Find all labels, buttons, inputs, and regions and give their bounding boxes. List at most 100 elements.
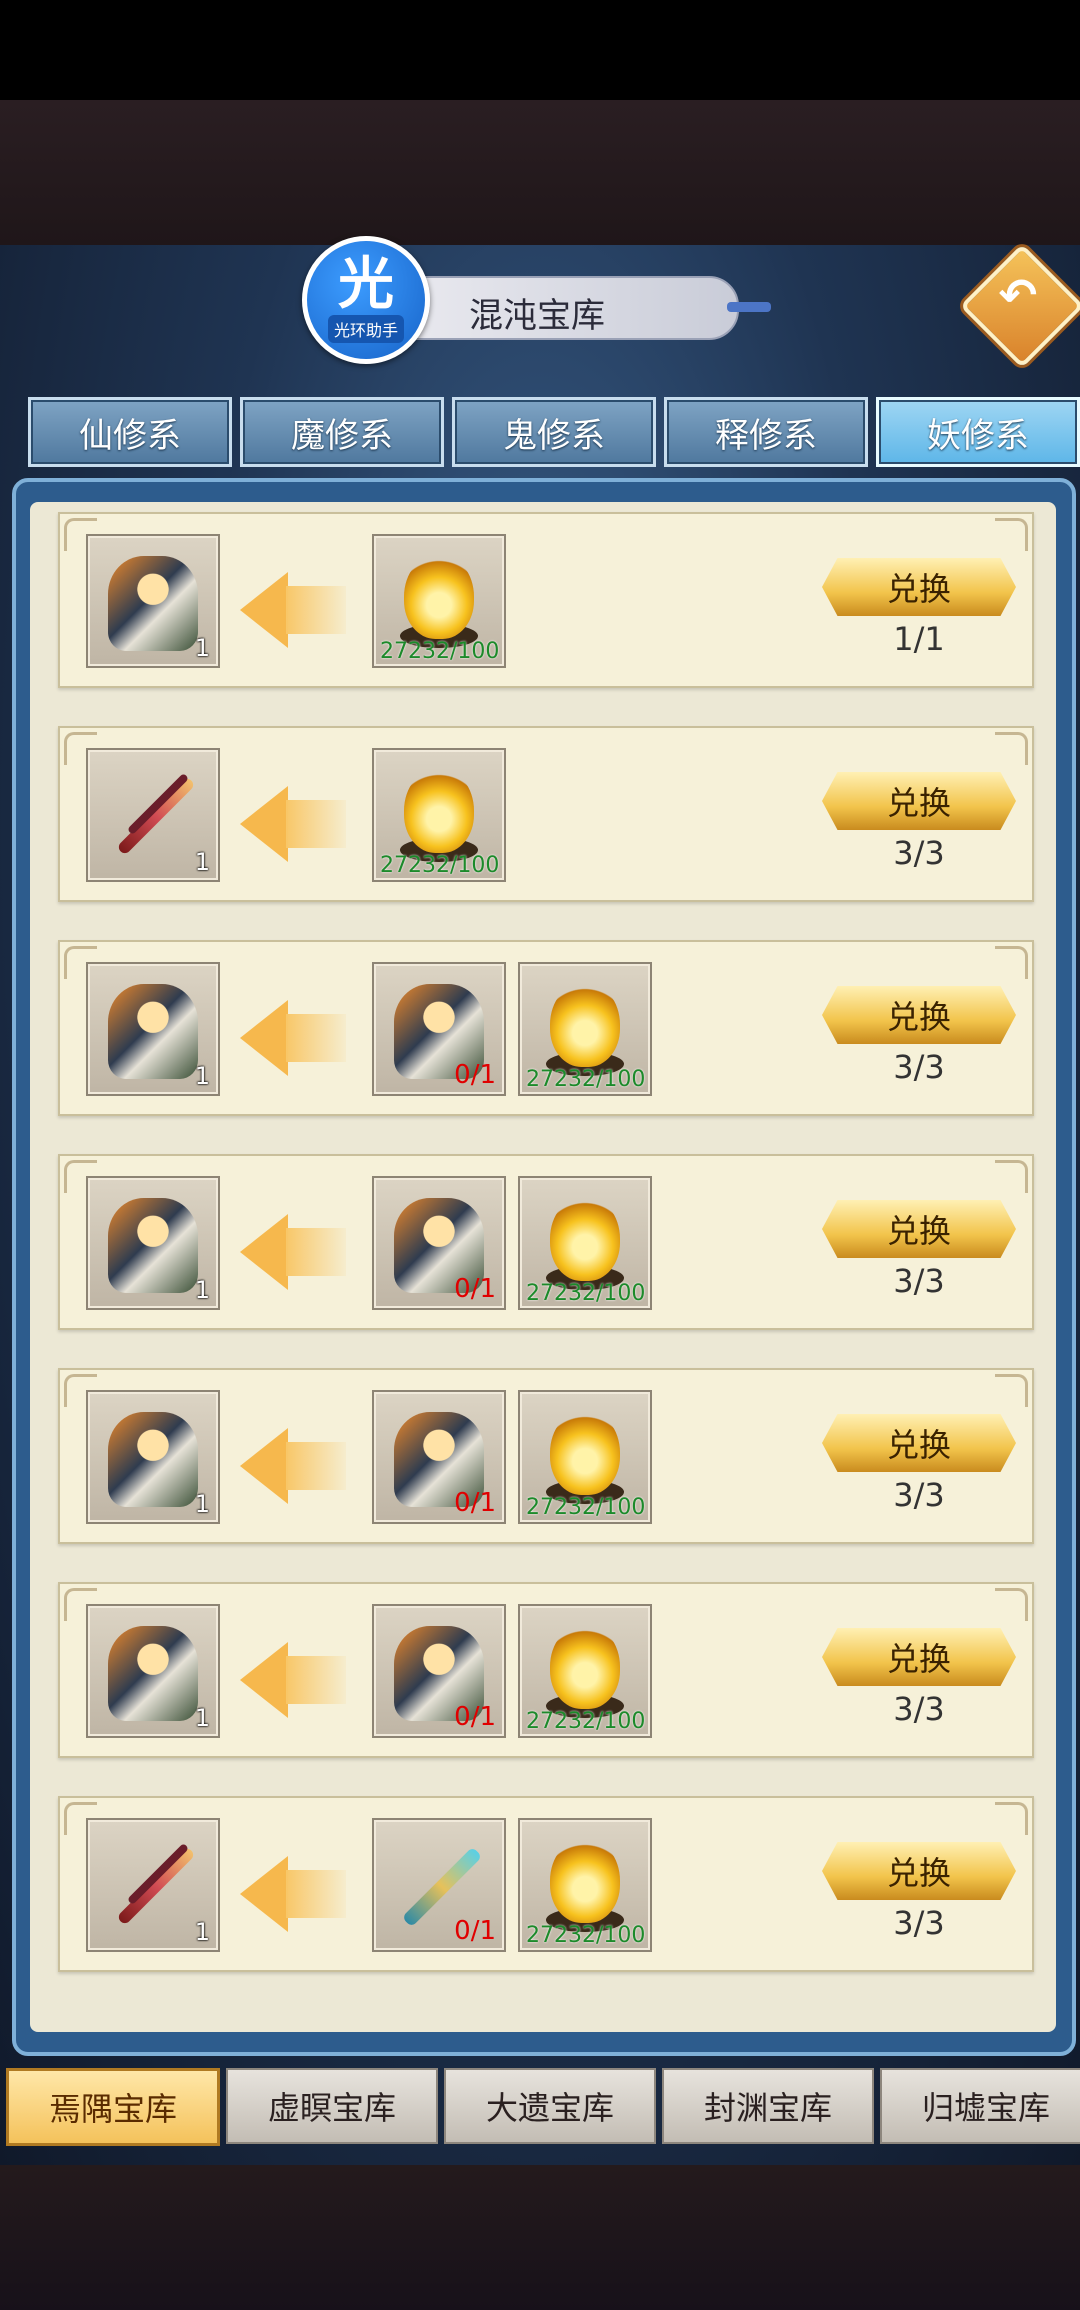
bow-icon (116, 776, 196, 856)
required-quantity: 0/1 (454, 1488, 496, 1518)
flame-icon (550, 1624, 620, 1709)
bow-icon (116, 1846, 196, 1926)
cost-item[interactable]: 0/1 (372, 1390, 506, 1524)
reward-item[interactable]: 1 (86, 1176, 220, 1310)
cost-item[interactable]: 27232/100 (518, 1604, 652, 1738)
corner-ornament (995, 1160, 1028, 1193)
app-logo[interactable]: 光 光环助手 (302, 236, 430, 364)
corner-ornament (995, 732, 1028, 765)
reward-item[interactable]: 1 (86, 962, 220, 1096)
exchange-button[interactable]: 兑换 (822, 1842, 1016, 1900)
exchange-limit: 3/3 (893, 834, 945, 872)
exchange-row: 1 27232/100 兑换 1/1 (58, 512, 1034, 688)
cost-quantity: 27232/100 (526, 1709, 646, 1734)
arrow-head (240, 1428, 288, 1504)
exchange-limit: 3/3 (893, 1262, 945, 1300)
reward-count: 1 (194, 1490, 210, 1518)
exchange-button[interactable]: 兑换 (822, 986, 1016, 1044)
required-quantity: 0/1 (454, 1916, 496, 1946)
reward-item[interactable]: 1 (86, 534, 220, 668)
exchange-button[interactable]: 兑换 (822, 1414, 1016, 1472)
reward-item[interactable]: 1 (86, 748, 220, 882)
back-arrow-icon: ↶ (998, 267, 1038, 322)
status-bar (0, 0, 1080, 100)
cost-item[interactable]: 27232/100 (518, 1818, 652, 1952)
cost-item[interactable]: 0/1 (372, 1604, 506, 1738)
title-plate: 混沌宝库 (405, 276, 771, 340)
cost-item[interactable]: 0/1 (372, 1176, 506, 1310)
tab-category-3[interactable]: 释修系 (664, 397, 868, 467)
tab-category-4[interactable]: 妖修系 (876, 397, 1080, 467)
flame-icon (404, 554, 474, 639)
tab-category-0[interactable]: 仙修系 (28, 397, 232, 467)
exchange-button[interactable]: 兑换 (822, 1628, 1016, 1686)
exchange-row: 1 0/1 27232/100 兑换 3/3 (58, 1796, 1034, 1972)
exchange-row: 1 0/1 27232/100 兑换 3/3 (58, 1582, 1034, 1758)
exchange-list[interactable]: 1 27232/100 兑换 1/1 1 27232/100 兑换 3/3 1 0/1 27232/… (30, 502, 1056, 2032)
cost-item[interactable]: 27232/100 (372, 748, 506, 882)
logo-sub-text: 光环助手 (327, 315, 404, 343)
vault-tab-0[interactable]: 焉隅宝库 (6, 2068, 220, 2146)
exchange-limit: 3/3 (893, 1048, 945, 1086)
arrow-tail (286, 800, 346, 848)
cost-item[interactable]: 27232/100 (518, 1390, 652, 1524)
exchange-button[interactable]: 兑换 (822, 1200, 1016, 1258)
flame-icon (550, 982, 620, 1067)
corner-ornament (995, 1802, 1028, 1835)
flame-icon (404, 768, 474, 853)
cost-item[interactable]: 27232/100 (518, 1176, 652, 1310)
arrow-tail (286, 1014, 346, 1062)
costume-icon (108, 1626, 198, 1721)
top-band (0, 100, 1080, 247)
arrow-head (240, 1000, 288, 1076)
exchange-button[interactable]: 兑换 (822, 558, 1016, 616)
exchange-button[interactable]: 兑换 (822, 772, 1016, 830)
required-quantity: 0/1 (454, 1702, 496, 1732)
vault-tab-3[interactable]: 封渊宝库 (662, 2068, 874, 2144)
tab-category-2[interactable]: 鬼修系 (452, 397, 656, 467)
cost-item[interactable]: 0/1 (372, 1818, 506, 1952)
reward-count: 1 (194, 1062, 210, 1090)
exchange-row: 1 27232/100 兑换 3/3 (58, 726, 1034, 902)
flame-icon (550, 1196, 620, 1281)
corner-ornament (995, 518, 1028, 551)
reward-count: 1 (194, 1918, 210, 1946)
costume-icon (108, 1412, 198, 1507)
corner-ornament (995, 946, 1028, 979)
cost-item[interactable]: 27232/100 (518, 962, 652, 1096)
reward-item[interactable]: 1 (86, 1818, 220, 1952)
arrow-tail (286, 1870, 346, 1918)
arrow-tail (286, 1442, 346, 1490)
category-tabs: 仙修系 魔修系 鬼修系 释修系 妖修系 (28, 397, 1080, 467)
exchange-limit: 3/3 (893, 1904, 945, 1942)
tab-category-1[interactable]: 魔修系 (240, 397, 444, 467)
reward-count: 1 (194, 634, 210, 662)
flame-icon (550, 1410, 620, 1495)
vault-tab-2[interactable]: 大遗宝库 (444, 2068, 656, 2144)
vault-tab-4[interactable]: 归墟宝库 (880, 2068, 1080, 2144)
cost-quantity: 27232/100 (526, 1281, 646, 1306)
cost-item[interactable]: 0/1 (372, 962, 506, 1096)
flame-icon (550, 1838, 620, 1923)
reward-count: 1 (194, 848, 210, 876)
exchange-row: 1 0/1 27232/100 兑换 3/3 (58, 1368, 1034, 1544)
bow-string-icon (126, 772, 190, 836)
logo-main-text: 光 (338, 252, 394, 317)
title-plate-tip (727, 302, 771, 312)
arrow-head (240, 786, 288, 862)
cost-item[interactable]: 27232/100 (372, 534, 506, 668)
reward-count: 1 (194, 1276, 210, 1304)
cost-quantity: 27232/100 (526, 1923, 646, 1948)
cost-quantity: 27232/100 (380, 639, 500, 664)
arrow-head (240, 1642, 288, 1718)
costume-icon (108, 984, 198, 1079)
page-title: 混沌宝库 (469, 296, 605, 336)
arrow-head (240, 1856, 288, 1932)
exchange-limit: 3/3 (893, 1476, 945, 1514)
exchange-limit: 1/1 (893, 620, 945, 658)
vault-tab-1[interactable]: 虚瞑宝库 (226, 2068, 438, 2144)
reward-item[interactable]: 1 (86, 1390, 220, 1524)
required-quantity: 0/1 (454, 1274, 496, 1304)
reward-item[interactable]: 1 (86, 1604, 220, 1738)
exchange-limit: 3/3 (893, 1690, 945, 1728)
